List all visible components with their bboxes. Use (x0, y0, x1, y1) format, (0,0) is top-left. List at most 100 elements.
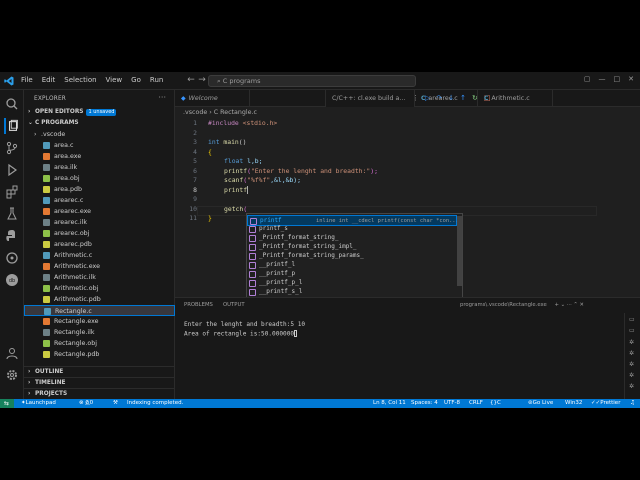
tab-arearec-label: arearec.c (428, 95, 458, 102)
vscode-window: File Edit Selection View Go Run ← → ⌕ C … (0, 72, 640, 408)
timeline-section[interactable]: › TIMELINE (24, 377, 175, 388)
maximize-icon[interactable]: □ (614, 75, 621, 83)
problems-status[interactable]: ⊗ 0 △ 0 (79, 399, 93, 408)
close-icon[interactable]: ✕ (628, 75, 634, 83)
notifications-bell-icon[interactable]: ♫ (630, 399, 635, 408)
ilk-file-icon (43, 329, 50, 336)
open-editors-label: OPEN EDITORS (35, 109, 84, 115)
indentation[interactable]: Spaces: 4 (411, 399, 438, 408)
layout-icon[interactable]: ▢ (584, 75, 591, 83)
terminal-title[interactable]: programs\.vscode\Rectangle.exe + ⌄ ··· ⌃… (460, 302, 584, 308)
code-line-3: int main() (208, 138, 247, 148)
source-control-icon[interactable] (4, 140, 20, 156)
platform[interactable]: Win32 (565, 399, 582, 408)
prettier-status[interactable]: ✓✓ Prettier (591, 399, 620, 408)
file-item[interactable]: Arithmetic.obj (24, 283, 175, 294)
terminal-icon[interactable]: ▭ (629, 328, 637, 334)
vscode-folder-label: .vscode (41, 131, 66, 138)
run-debug-icon[interactable] (4, 162, 20, 178)
file-item[interactable]: arearec.exe (24, 206, 175, 217)
outline-section[interactable]: › OUTLINE (24, 366, 175, 377)
extensions-icon[interactable] (4, 184, 20, 200)
more-actions-icon[interactable]: ··· (158, 93, 166, 102)
suggestion-label: _Printf_format_string_params_ (259, 252, 364, 259)
encoding[interactable]: UTF-8 (444, 399, 460, 408)
code-line-4: { (208, 147, 212, 156)
python-icon[interactable] (4, 228, 20, 244)
tab-arearec[interactable]: Carearec.c (415, 90, 478, 107)
file-item[interactable]: Rectangle.exe (24, 316, 175, 327)
file-item[interactable]: Arithmetic.pdb (24, 294, 175, 305)
line-number: 4 (193, 147, 197, 156)
tab-welcome[interactable]: ◆ Welcome (175, 90, 250, 107)
file-name: Arithmetic.c (54, 252, 93, 259)
breadcrumb[interactable]: .vscode › C Rectangle.c (183, 109, 257, 116)
file-item[interactable]: Arithmetic.ilk (24, 272, 175, 283)
file-item[interactable]: Rectangle.c (24, 305, 175, 316)
file-item[interactable]: Arithmetic.c (24, 250, 175, 261)
token: "Enter the lenght and breadth:" (250, 166, 371, 175)
function-cube-icon (249, 235, 256, 242)
menu-go[interactable]: Go (131, 76, 141, 85)
c-programs-folder-section[interactable]: ⌄ C PROGRAMS (24, 118, 175, 129)
menu-edit[interactable]: Edit (42, 76, 56, 85)
explorer-icon[interactable] (4, 118, 20, 134)
search-icon[interactable] (4, 96, 20, 112)
file-item[interactable]: area.obj (24, 173, 175, 184)
terminal-icon[interactable]: ▭ (629, 317, 637, 323)
remote-explorer-icon[interactable] (4, 250, 20, 266)
file-item[interactable]: arearec.obj (24, 228, 175, 239)
debug-bug-icon[interactable]: ✲ (629, 384, 637, 390)
file-item[interactable]: area.exe (24, 151, 175, 162)
tab-problems[interactable]: PROBLEMS (184, 302, 213, 308)
line-number: 7 (193, 176, 197, 184)
vscode-logo-icon (4, 76, 14, 86)
tools-icon[interactable]: ⚒ (113, 399, 118, 408)
command-center-search[interactable]: ⌕ C programs (208, 75, 416, 87)
debug-bug-icon[interactable]: ✲ (629, 362, 637, 368)
debug-bug-icon[interactable]: ✲ (629, 351, 637, 357)
file-item[interactable]: Arithmetic.exe (24, 261, 175, 272)
line-number: 9 (193, 195, 197, 203)
token: int (208, 138, 220, 146)
file-item[interactable]: arearec.c (24, 195, 175, 206)
tab-output[interactable]: OUTPUT (223, 302, 245, 308)
tab-build-task[interactable]: C/C++: cl.exe build a... (325, 90, 415, 107)
cursor-position[interactable]: Ln 8, Col 11 (373, 399, 406, 408)
file-item[interactable]: arearec.pdb (24, 239, 175, 250)
launchpad-item[interactable]: ✦ Launchpad (21, 399, 56, 408)
minimize-icon[interactable]: — (599, 75, 606, 83)
line-number: 1 (193, 119, 197, 127)
debug-bug-icon[interactable]: ✲ (629, 373, 637, 379)
open-editors-section[interactable]: › OPEN EDITORS 1 unsaved (24, 107, 175, 118)
projects-section[interactable]: › PROJECTS (24, 388, 175, 399)
file-item[interactable]: area.c (24, 140, 175, 151)
file-item[interactable]: Rectangle.obj (24, 338, 175, 349)
end-of-line[interactable]: CRLF (469, 399, 483, 408)
menu-view[interactable]: View (106, 76, 123, 85)
file-item[interactable]: Rectangle.pdb (24, 349, 175, 360)
menu-run[interactable]: Run (150, 76, 163, 85)
indexing-status[interactable]: Indexing completed. (127, 399, 183, 408)
account-icon[interactable] (4, 345, 20, 361)
menu-file[interactable]: File (21, 76, 33, 85)
file-item[interactable]: area.ilk (24, 162, 175, 173)
vscode-folder[interactable]: › .vscode (24, 129, 175, 140)
c-file-icon: C (421, 95, 426, 102)
testing-flask-icon[interactable] (4, 206, 20, 222)
settings-gear-icon[interactable] (4, 367, 20, 383)
file-item[interactable]: arearec.ilk (24, 217, 175, 228)
go-live-button[interactable]: ⊚ Go Live (528, 399, 553, 408)
file-item[interactable]: area.pdb (24, 184, 175, 195)
tab-arithmetic[interactable]: C Arithmetic.c (478, 90, 553, 107)
back-arrow-icon[interactable]: ← (186, 75, 196, 86)
file-name: Rectangle.ilk (54, 329, 95, 336)
language-mode[interactable]: {} C (490, 399, 501, 408)
debug-bug-icon[interactable]: ✲ (629, 340, 637, 346)
docker-whale-icon[interactable]: db (4, 272, 20, 288)
suggest-scrollbar[interactable] (457, 216, 462, 286)
menu-selection[interactable]: Selection (64, 76, 96, 85)
forward-arrow-icon[interactable]: → (197, 75, 207, 86)
file-name: Arithmetic.obj (54, 285, 99, 292)
file-item[interactable]: Rectangle.ilk (24, 327, 175, 338)
